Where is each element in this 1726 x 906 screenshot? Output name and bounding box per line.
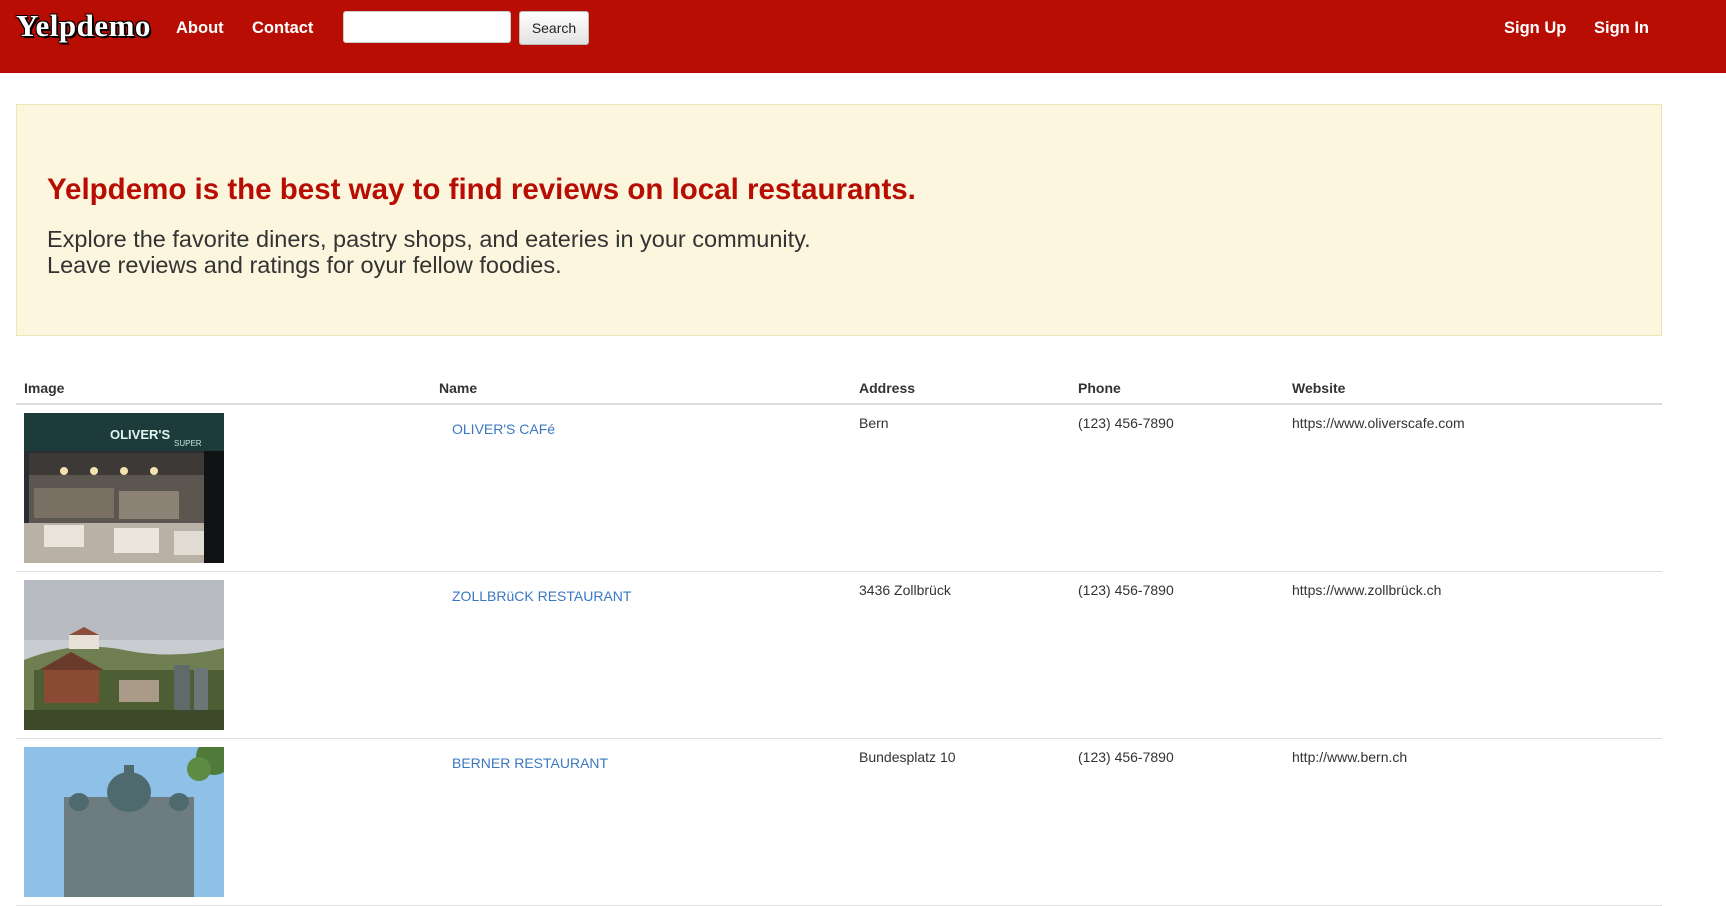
- column-header-website: Website: [1284, 372, 1662, 405]
- svg-text:OLIVER'S: OLIVER'S: [110, 427, 170, 442]
- address-cell: Bundesplatz 10: [851, 738, 1070, 906]
- nav-link-contact[interactable]: Contact: [252, 19, 313, 38]
- address-cell: 3436 Zollbrück: [851, 571, 1070, 739]
- restaurant-link[interactable]: OLIVER'S CAFé: [452, 421, 555, 437]
- address-text: Bundesplatz 10: [859, 748, 956, 765]
- name-cell: ZOLLBRüCK RESTAURANT: [431, 571, 851, 739]
- table-row: ZOLLBRüCK RESTAURANT 3436 Zollbrück (123…: [16, 571, 1662, 739]
- image-cell: OLIVER'S SUPER: [16, 404, 431, 572]
- hero-banner: Yelpdemo is the best way to find reviews…: [16, 104, 1662, 336]
- phone-text: (123) 456-7890: [1078, 748, 1174, 765]
- website-cell: https://www.zollbrück.ch: [1284, 571, 1662, 739]
- column-header-name: Name: [431, 372, 851, 405]
- nav-link-sign-in[interactable]: Sign In: [1594, 19, 1649, 38]
- phone-cell: (123) 456-7890: [1070, 738, 1284, 906]
- restaurants-table: Image Name Address Phone Website OLIVER'…: [16, 372, 1662, 906]
- restaurant-photo-berner: [24, 746, 224, 897]
- website-text: https://www.oliverscafe.com: [1292, 415, 1465, 431]
- phone-text: (123) 456-7890: [1078, 581, 1174, 598]
- name-cell: BERNER RESTAURANT: [431, 738, 851, 906]
- restaurant-photo-olivers-cafe: OLIVER'S SUPER: [24, 413, 224, 563]
- table-row: OLIVER'S SUPER OLIVER'S CAFé Bern (123) …: [16, 404, 1662, 572]
- column-header-phone: Phone: [1070, 372, 1284, 405]
- website-text: https://www.zollbrück.ch: [1292, 581, 1442, 598]
- phone-text: (123) 456-7890: [1078, 415, 1174, 431]
- restaurant-link[interactable]: ZOLLBRüCK RESTAURANT: [452, 588, 631, 604]
- column-header-image: Image: [16, 372, 431, 405]
- hero-text-line-1: Explore the favorite diners, pastry shop…: [47, 226, 811, 252]
- hero-title: Yelpdemo is the best way to find reviews…: [47, 173, 916, 206]
- restaurant-photo-zollbruck: [24, 579, 224, 730]
- image-cell: [16, 738, 431, 906]
- website-cell: https://www.oliverscafe.com: [1284, 404, 1662, 572]
- phone-cell: (123) 456-7890: [1070, 571, 1284, 739]
- name-cell: OLIVER'S CAFé: [431, 404, 851, 572]
- image-cell: [16, 571, 431, 739]
- address-cell: Bern: [851, 404, 1070, 572]
- search-button[interactable]: Search: [519, 11, 589, 45]
- navbar: Yelpdemo About Contact Search Sign Up Si…: [0, 0, 1726, 73]
- phone-cell: (123) 456-7890: [1070, 404, 1284, 572]
- svg-text:SUPER: SUPER: [174, 439, 202, 448]
- search-input[interactable]: [343, 11, 511, 43]
- address-text: 3436 Zollbrück: [859, 581, 951, 598]
- restaurant-link[interactable]: BERNER RESTAURANT: [452, 755, 608, 771]
- nav-link-sign-up[interactable]: Sign Up: [1504, 19, 1566, 38]
- hero-text-line-2: Leave reviews and ratings for oyur fello…: [47, 252, 562, 278]
- column-header-address: Address: [851, 372, 1070, 405]
- website-text: http://www.bern.ch: [1292, 748, 1408, 765]
- brand-logo[interactable]: Yelpdemo: [16, 8, 151, 44]
- table-row: BERNER RESTAURANT Bundesplatz 10 (123) 4…: [16, 738, 1662, 906]
- address-text: Bern: [859, 415, 889, 431]
- website-cell: http://www.bern.ch: [1284, 738, 1662, 906]
- nav-link-about[interactable]: About: [176, 19, 224, 38]
- table-header-row: Image Name Address Phone Website: [16, 372, 1662, 405]
